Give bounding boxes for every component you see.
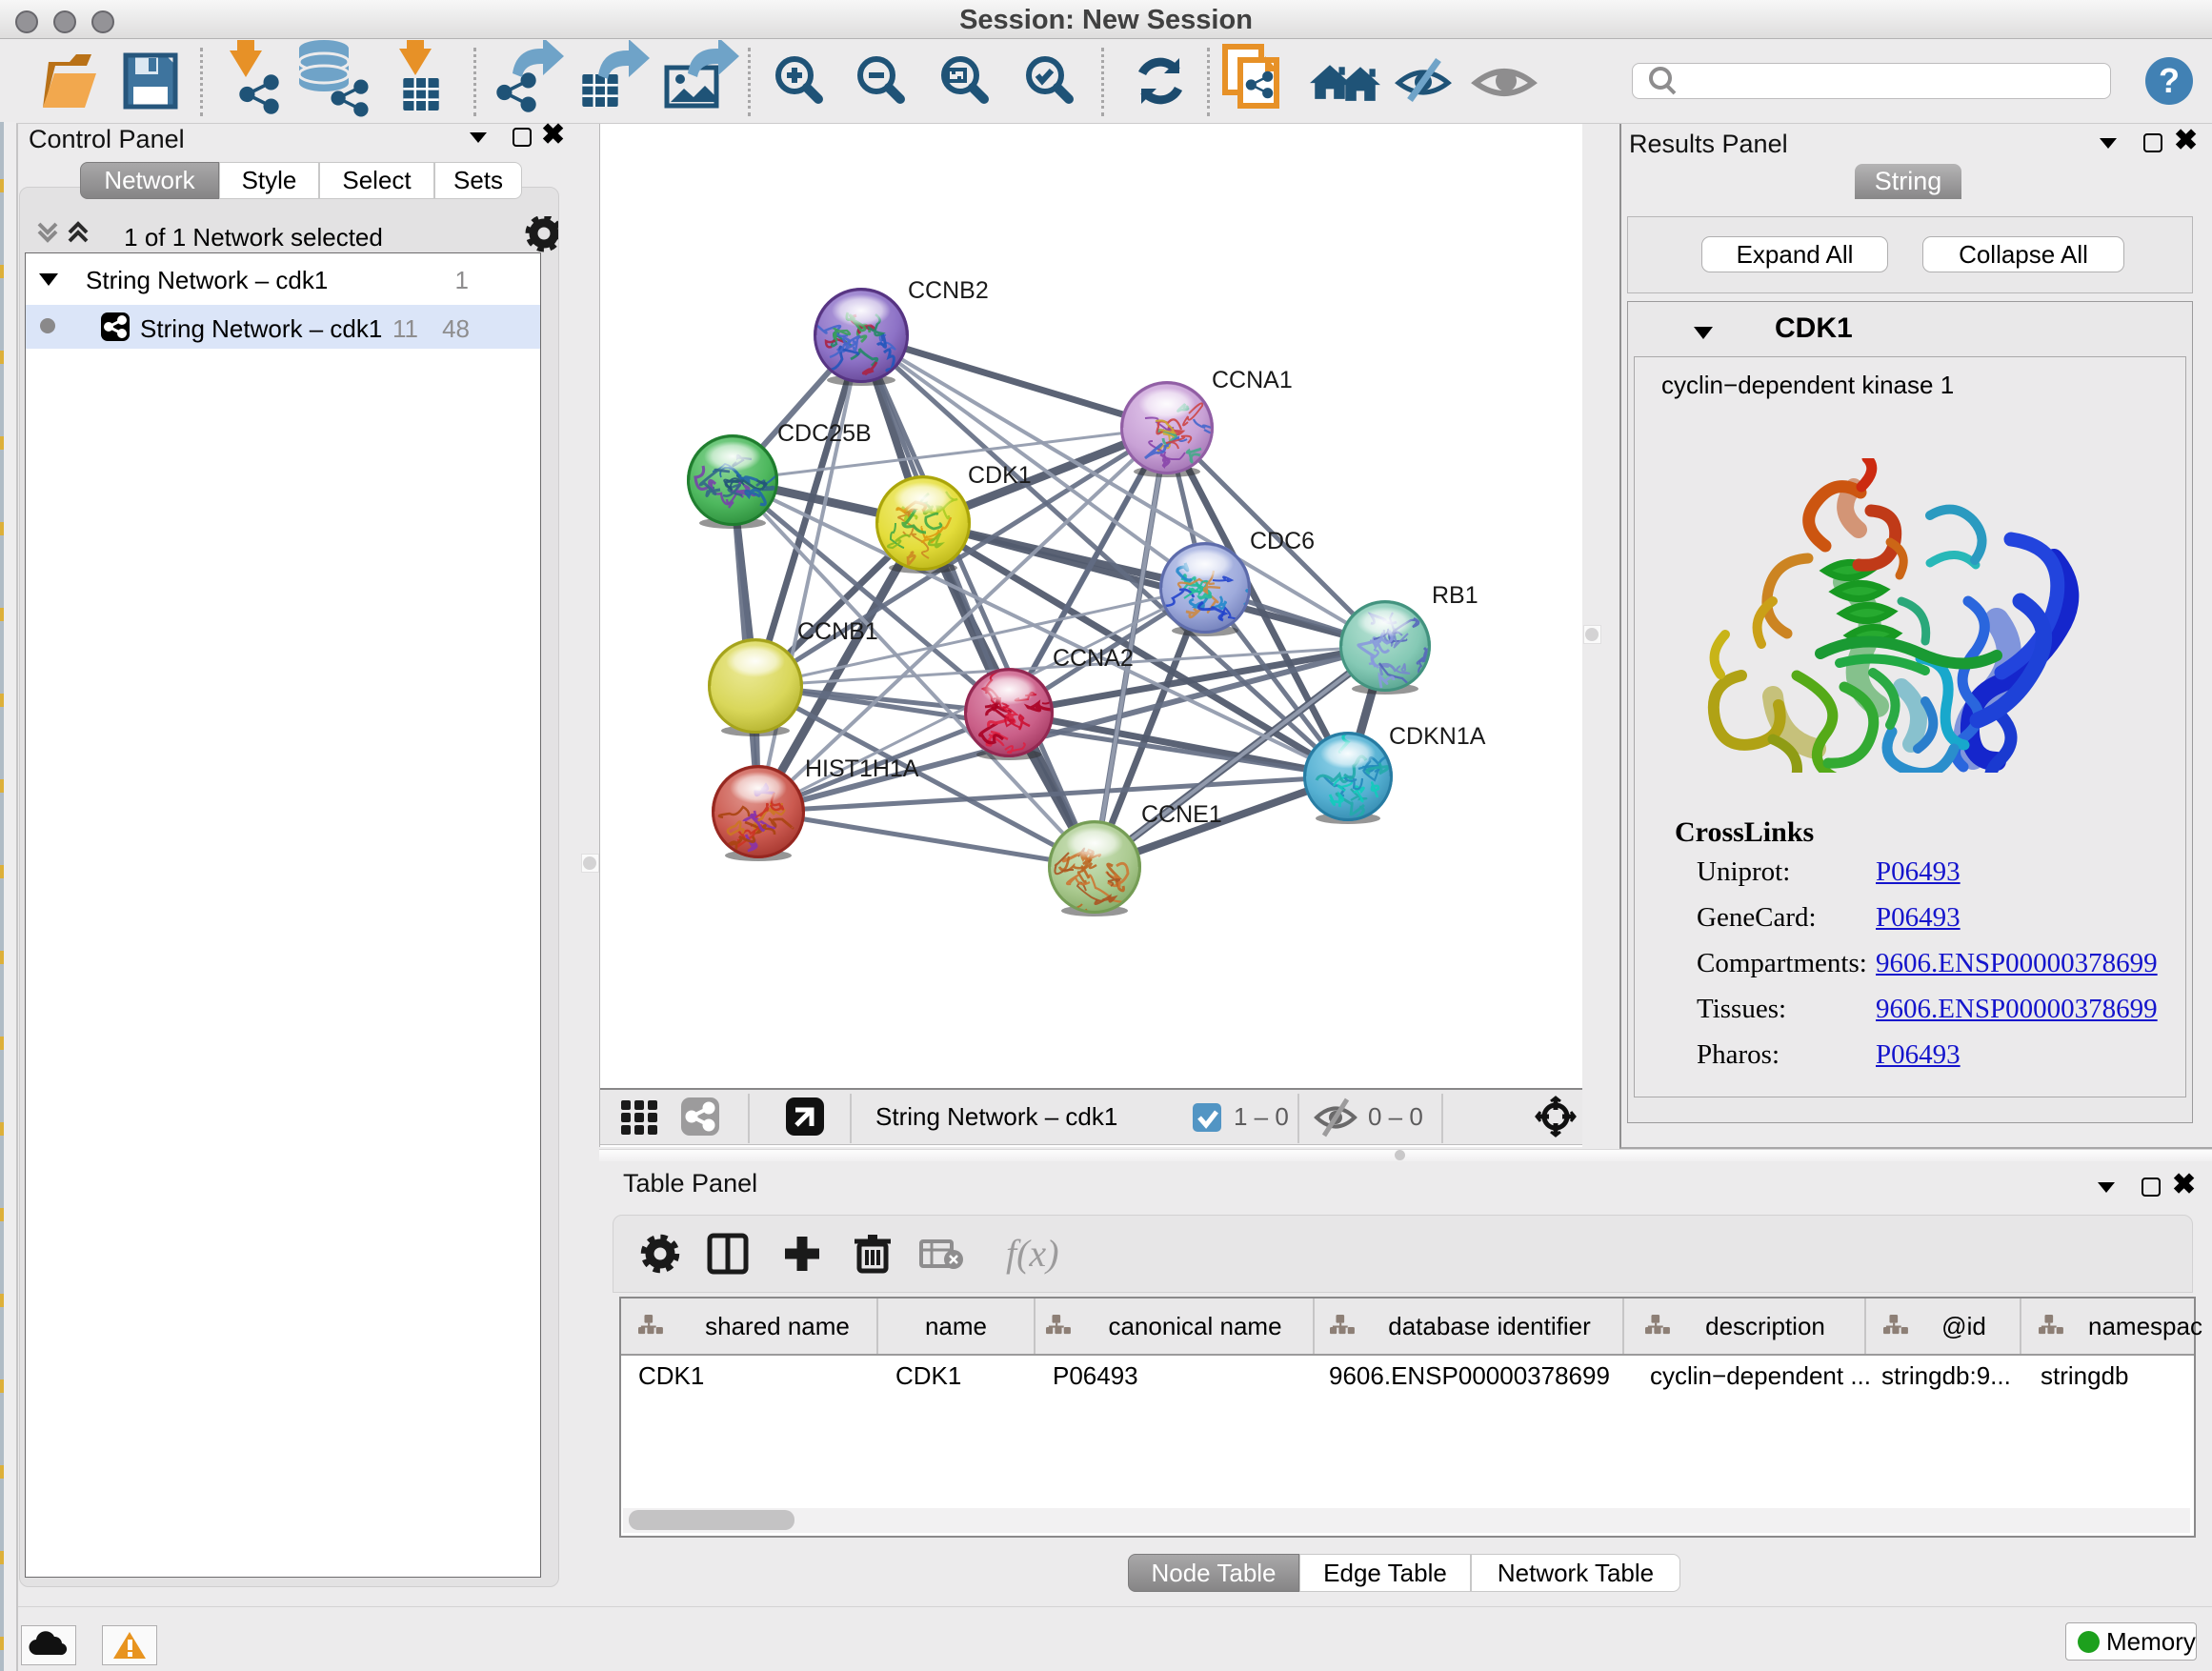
svg-text:RB1: RB1 xyxy=(1432,582,1478,609)
svg-text:CCNB2: CCNB2 xyxy=(908,277,989,304)
svg-text:CCNE1: CCNE1 xyxy=(1141,801,1222,828)
svg-text:HIST1H1A: HIST1H1A xyxy=(805,755,919,782)
svg-text:CDK1: CDK1 xyxy=(968,462,1032,489)
svg-text:CDKN1A: CDKN1A xyxy=(1389,723,1486,750)
svg-text:CDC6: CDC6 xyxy=(1250,528,1315,554)
svg-text:CCNA2: CCNA2 xyxy=(1053,645,1134,672)
svg-text:?: ? xyxy=(2159,61,2180,100)
svg-text:CCNB1: CCNB1 xyxy=(797,618,878,645)
svg-text:CCNA1: CCNA1 xyxy=(1212,367,1293,393)
svg-text:CDC25B: CDC25B xyxy=(777,420,872,447)
svg-text:f(x): f(x) xyxy=(1006,1232,1059,1275)
